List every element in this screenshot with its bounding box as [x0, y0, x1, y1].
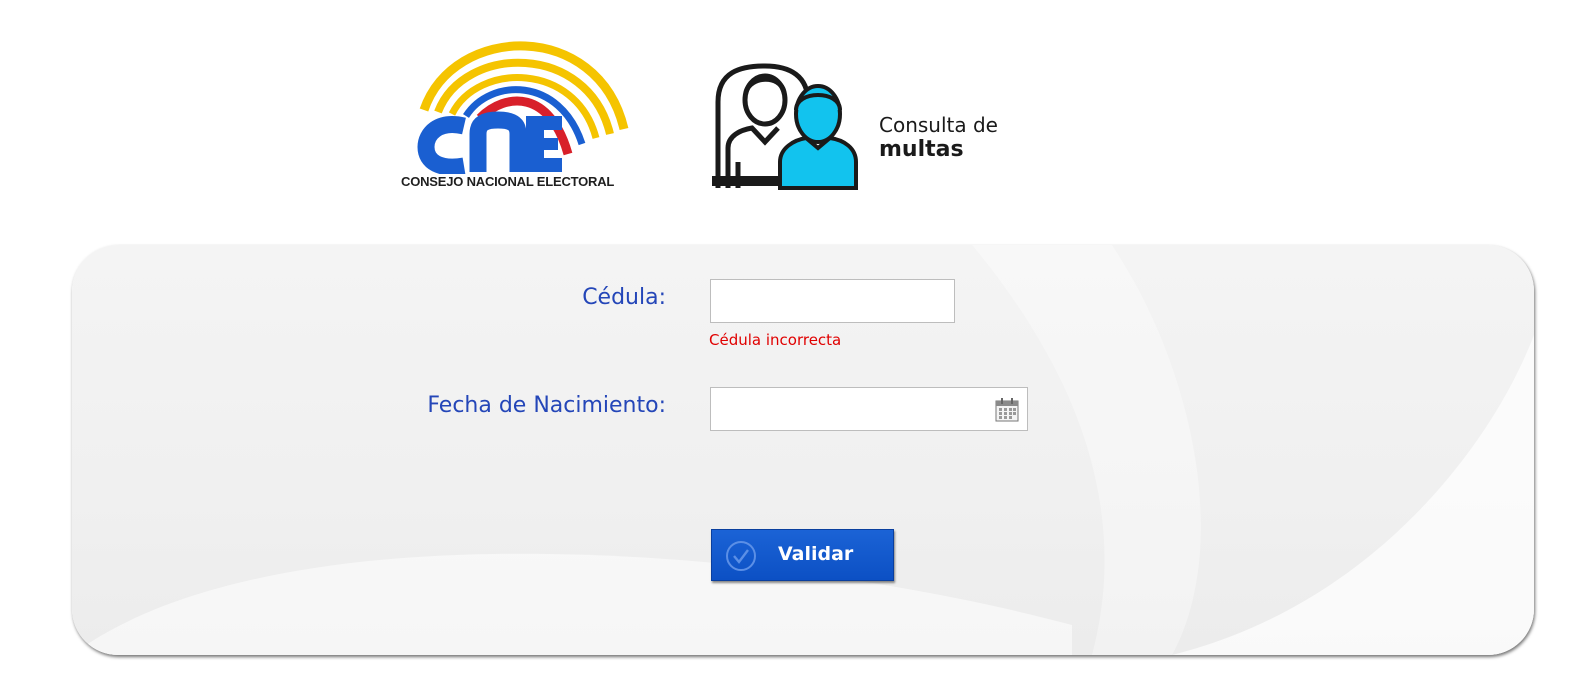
consulta-title: Consulta de multas: [879, 113, 998, 163]
cedula-input[interactable]: [710, 279, 955, 323]
title-line-2: multas: [879, 137, 964, 162]
logo-subtitle: CONSEJO NACIONAL ELECTORAL: [401, 174, 615, 189]
fecha-nacimiento-label: Fecha de Nacimiento:: [427, 393, 666, 418]
page: CONSEJO NACIONAL ELECTORAL Consulta de m…: [0, 0, 1594, 693]
fecha-nacimiento-field: [710, 387, 1028, 431]
fecha-nacimiento-input[interactable]: [710, 387, 1028, 431]
form-panel: Cédula: Cédula incorrecta Fecha de Nacim…: [72, 245, 1534, 655]
calendar-icon[interactable]: [994, 397, 1020, 423]
cne-logo-graphic: [417, 41, 629, 174]
validar-button-label: Validar: [778, 543, 854, 565]
cne-logo: CONSEJO NACIONAL ELECTORAL: [398, 34, 648, 194]
cedula-error-message: Cédula incorrecta: [709, 331, 842, 349]
two-people-icon: [712, 63, 858, 190]
cedula-label: Cédula:: [582, 285, 666, 310]
check-circle-icon: [726, 541, 756, 571]
validar-button[interactable]: Validar: [711, 529, 894, 581]
title-line-1: Consulta de: [879, 113, 998, 137]
